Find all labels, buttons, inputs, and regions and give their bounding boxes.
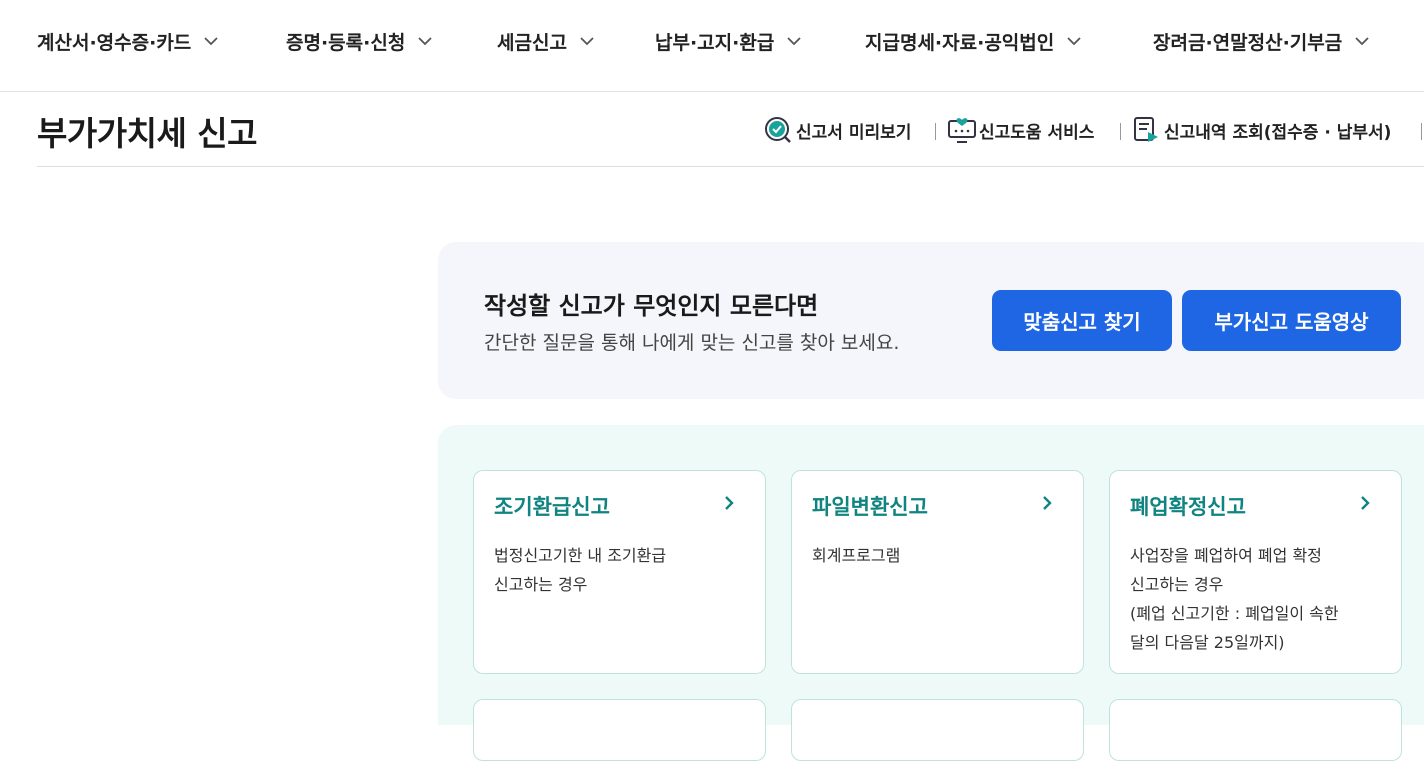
top-navigation: 계산서·영수증·카드 증명·등록·신청 세금신고 납부·고지·환급 지급명세·자… [0,0,1424,92]
card-description: 회계프로그램 [812,546,901,565]
card-description: 법정신고기한 내 조기환급 신고하는 경우 [494,546,667,594]
divider [1120,123,1121,140]
chevron-right-icon [1358,495,1372,511]
filing-type-cards: 조기환급신고 법정신고기한 내 조기환급 신고하는 경우 파일변환신고 회계프로… [438,425,1424,761]
chevron-down-icon [203,33,219,49]
nav-item-label: 지급명세·자료·공익법인 [865,31,1055,54]
chevron-down-icon [786,33,802,49]
divider [935,123,936,140]
vat-help-video-button[interactable]: 부가신고 도움영상 [1182,290,1401,351]
nav-item-incentive-yearend[interactable]: 장려금·연말정산·기부금 [1153,26,1370,56]
filing-history-link[interactable]: 신고내역 조회(접수증 · 납부서) [1132,117,1391,143]
document-history-icon [1132,116,1160,144]
chevron-right-icon [1040,495,1054,511]
guide-banner: 작성할 신고가 무엇인지 모른다면 간단한 질문을 통해 나에게 맞는 신고를 … [438,242,1424,399]
nav-item-tax-filing[interactable]: 세금신고 [497,26,595,56]
card-partial[interactable] [473,699,766,761]
card-title: 파일변환신고 [812,495,928,519]
nav-item-label: 증명·등록·신청 [286,31,406,54]
help-service-label: 신고도움 서비스 [979,122,1095,143]
chevron-right-icon [722,495,736,511]
guide-title: 작성할 신고가 무엇인지 모른다면 [484,292,819,320]
filing-history-label: 신고내역 조회(접수증 · 납부서) [1164,122,1392,143]
card-partial[interactable] [1109,699,1402,761]
card-title: 조기환급신고 [494,495,610,519]
card-closure-filing[interactable]: 폐업확정신고 사업장을 폐업하여 폐업 확정 신고하는 경우 (폐업 신고기한 … [1109,470,1402,674]
card-file-conversion[interactable]: 파일변환신고 회계프로그램 [791,470,1084,674]
chevron-down-icon [579,33,595,49]
divider [1421,123,1422,140]
nav-item-certificate-registration[interactable]: 증명·등록·신청 [286,26,433,56]
card-title: 폐업확정신고 [1130,495,1246,519]
help-monitor-icon [947,116,976,144]
card-early-refund[interactable]: 조기환급신고 법정신고기한 내 조기환급 신고하는 경우 [473,470,766,674]
page-title: 부가가치세 신고 [37,114,258,153]
nav-item-label: 납부·고지·환급 [655,31,775,54]
preview-label: 신고서 미리보기 [796,122,912,143]
nav-item-payment-refund[interactable]: 납부·고지·환급 [655,26,802,56]
nav-item-payment-statement[interactable]: 지급명세·자료·공익법인 [865,26,1082,56]
nav-item-label: 장려금·연말정산·기부금 [1153,31,1343,54]
card-description: 사업장을 폐업하여 폐업 확정 신고하는 경우 (폐업 신고기한 : 폐업일이 … [1130,546,1339,652]
chevron-down-icon [417,33,433,49]
nav-item-label: 계산서·영수증·카드 [37,31,192,54]
preview-check-icon [764,116,792,144]
nav-item-label: 세금신고 [497,31,567,54]
help-service-link[interactable]: 신고도움 서비스 [947,117,1094,143]
nav-item-invoice-receipt-card[interactable]: 계산서·영수증·카드 [37,26,219,56]
preview-link[interactable]: 신고서 미리보기 [764,117,911,143]
page-header: 부가가치세 신고 신고서 미리보기 신고도움 서비스 신고내역 조회(접수증 ·… [37,92,1424,167]
chevron-down-icon [1066,33,1082,49]
guide-description: 간단한 질문을 통해 나에게 맞는 신고를 찾아 보세요. [484,332,900,354]
find-custom-filing-button[interactable]: 맞춤신고 찾기 [992,290,1172,351]
chevron-down-icon [1354,33,1370,49]
card-partial[interactable] [791,699,1084,761]
